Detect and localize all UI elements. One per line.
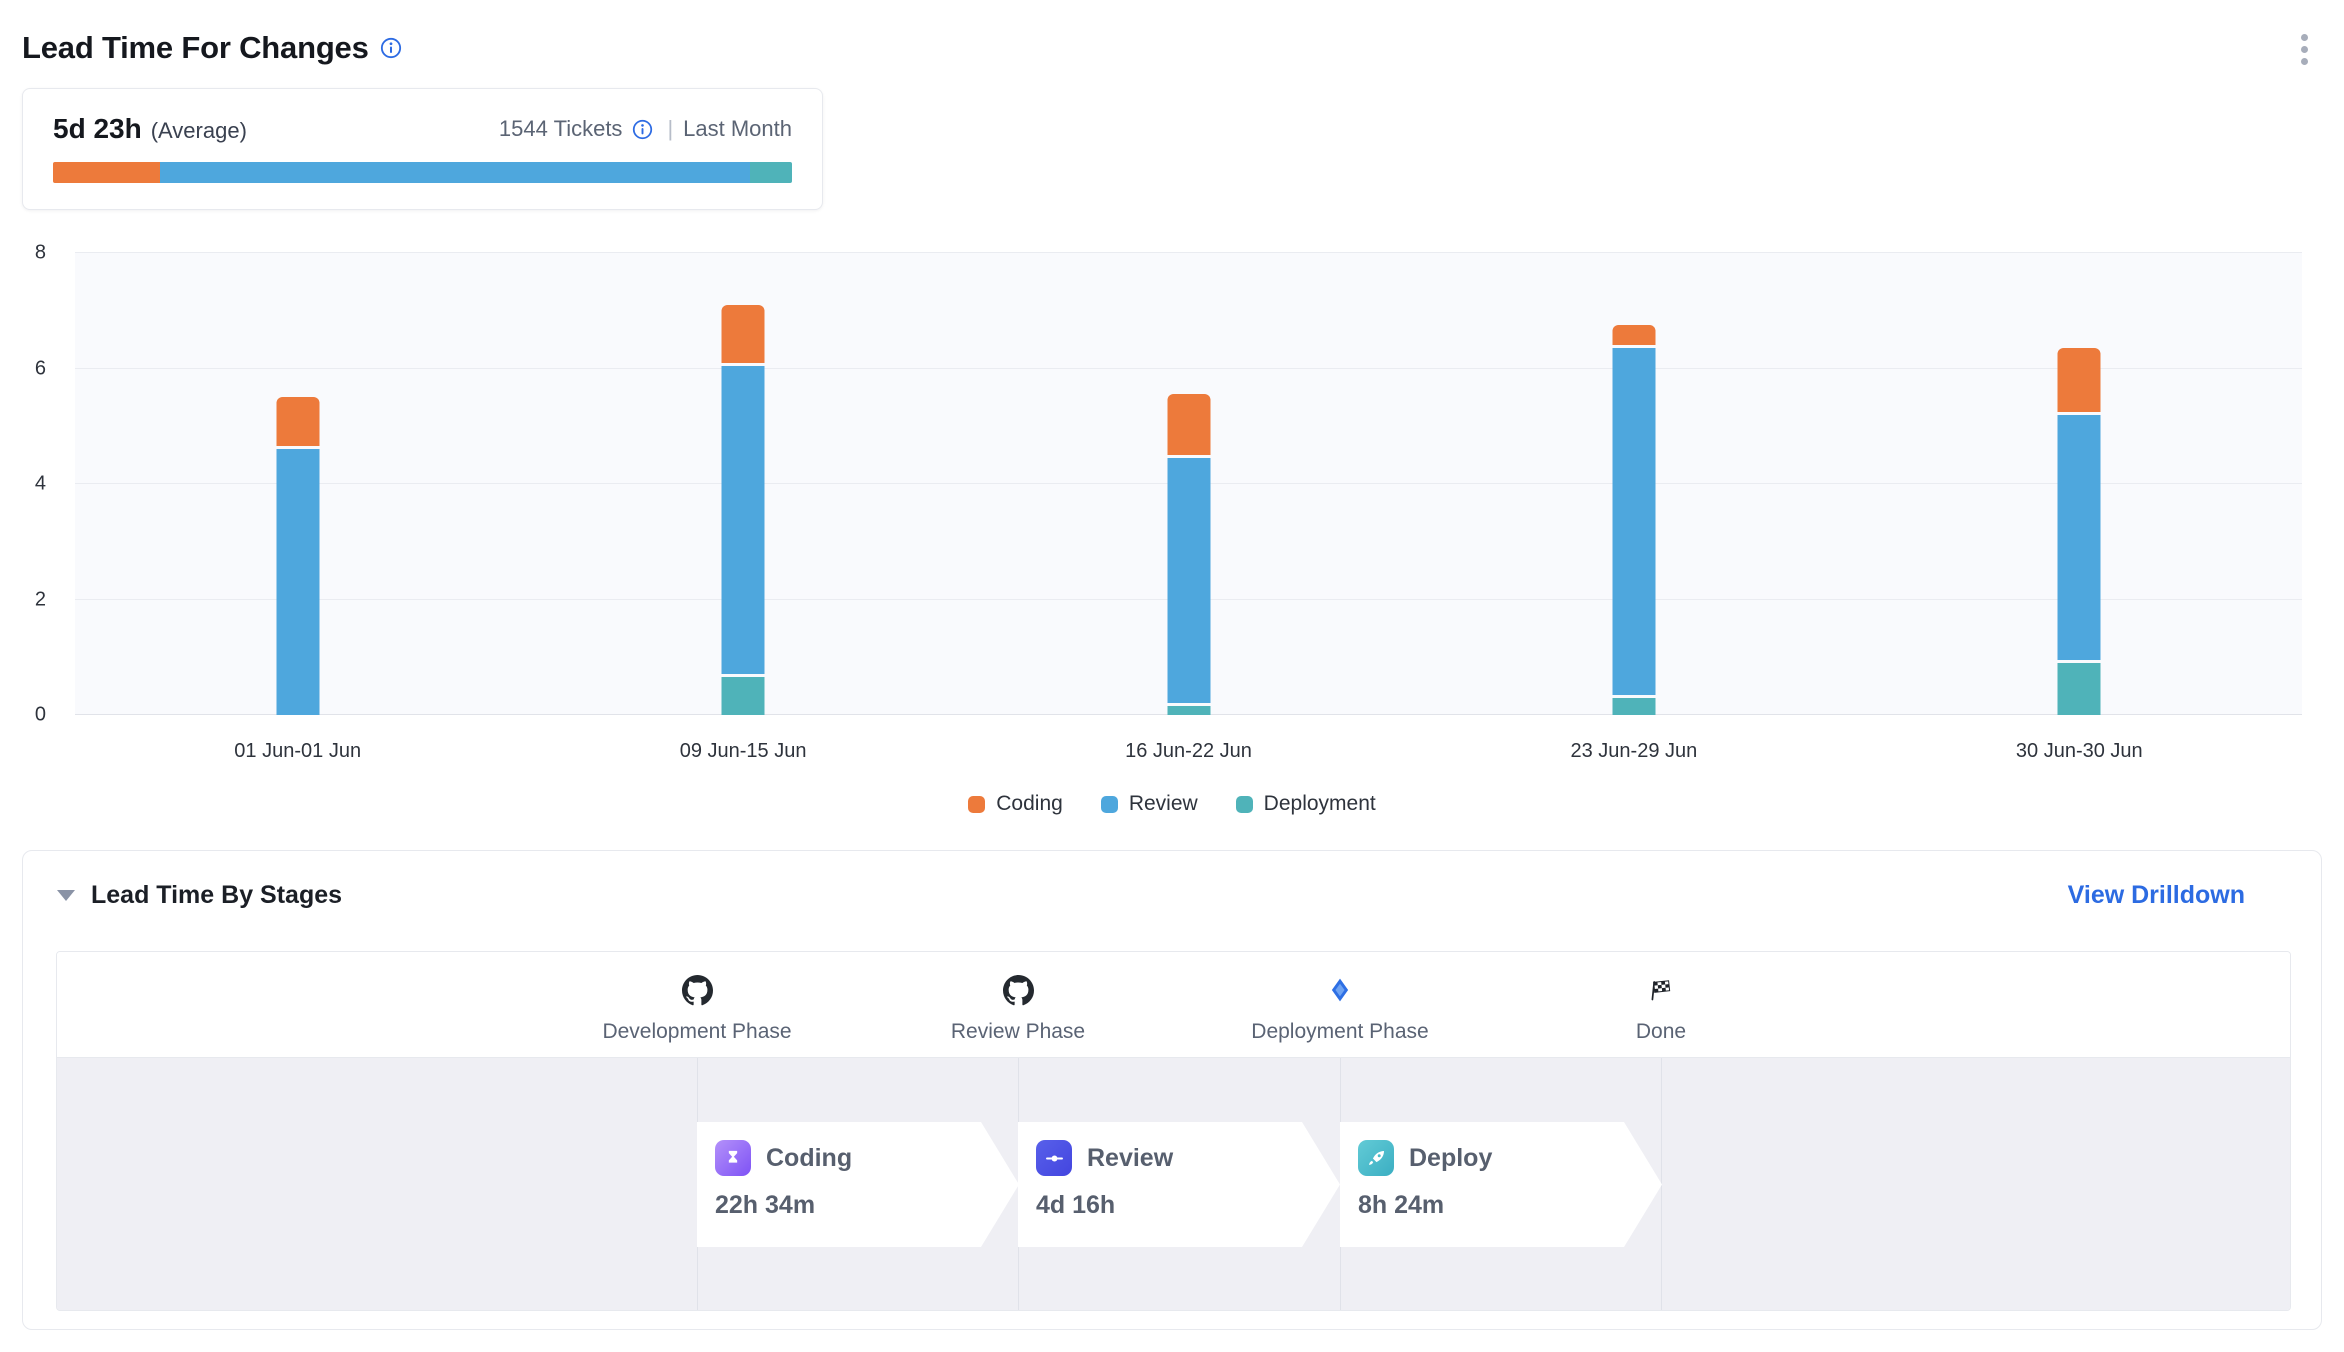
y-tick-label: 2 <box>35 588 46 611</box>
progress-segment-coding <box>53 162 160 183</box>
github-icon <box>682 975 713 1006</box>
phase-label: Development Phase <box>602 1020 791 1044</box>
stages-title: Lead Time By Stages <box>91 881 342 910</box>
bar-segment-coding <box>722 305 765 363</box>
x-tick-label: 01 Jun-01 Jun <box>234 740 361 763</box>
bar-stack[interactable] <box>2058 253 2101 715</box>
bar-segment-deployment <box>722 677 765 715</box>
phase-label: Review Phase <box>951 1020 1085 1044</box>
stages-table: Development Phase Review Phase Deploymen… <box>56 951 2291 1311</box>
view-drilldown-link[interactable]: View Drilldown <box>2068 881 2245 910</box>
stage-card-title: Review <box>1087 1144 1173 1173</box>
phase-cell-development: Development Phase <box>537 952 857 1044</box>
stages-header: Lead Time By Stages View Drilldown <box>57 881 2245 910</box>
stage-card-coding[interactable]: Coding 22h 34m <box>697 1122 1019 1247</box>
bar-segment-review <box>2058 415 2101 660</box>
stage-card-duration: 8h 24m <box>1358 1191 1662 1220</box>
commit-icon <box>1036 1140 1072 1176</box>
y-tick-label: 0 <box>35 704 46 727</box>
phase-label: Deployment Phase <box>1251 1020 1428 1044</box>
progress-segment-review <box>160 162 750 183</box>
chart-y-axis: 02468 <box>0 253 60 715</box>
bar-segment-review <box>1167 458 1210 703</box>
bar-segment-review <box>722 366 765 675</box>
y-tick-label: 8 <box>35 242 46 265</box>
progress-segment-deployment <box>750 162 792 183</box>
tickets-info-icon[interactable] <box>632 119 653 140</box>
x-tick-label: 23 Jun-29 Jun <box>1571 740 1698 763</box>
stage-card-duration: 22h 34m <box>715 1191 1019 1220</box>
hourglass-icon <box>715 1140 751 1176</box>
stage-card-title: Deploy <box>1409 1144 1492 1173</box>
stage-card-deploy[interactable]: Deploy 8h 24m <box>1340 1122 1662 1247</box>
bar-stack[interactable] <box>1167 253 1210 715</box>
legend-swatch <box>968 796 985 813</box>
phase-cell-done: Done <box>1501 952 1821 1044</box>
legend-label: Review <box>1129 792 1198 816</box>
info-icon[interactable] <box>380 37 402 59</box>
legend-item-coding[interactable]: Coding <box>968 792 1063 816</box>
phase-cell-deployment: Deployment Phase <box>1180 952 1500 1044</box>
legend-item-deployment[interactable]: Deployment <box>1236 792 1376 816</box>
stages-body: Coding 22h 34m Review <box>57 1058 2290 1310</box>
bar-segment-review <box>276 449 319 715</box>
page-title: Lead Time For Changes <box>22 30 369 66</box>
bar-segment-deployment <box>1167 706 1210 715</box>
bar-segment-coding <box>1167 394 1210 455</box>
bar-segment-coding <box>2058 348 2101 412</box>
legend-swatch <box>1101 796 1118 813</box>
phase-label: Done <box>1636 1020 1686 1044</box>
bar-segment-coding <box>1612 325 1655 345</box>
legend-item-review[interactable]: Review <box>1101 792 1198 816</box>
legend-label: Coding <box>996 792 1063 816</box>
rocket-icon <box>1358 1140 1394 1176</box>
x-tick-label: 09 Jun-15 Jun <box>680 740 807 763</box>
checkered-flag-icon <box>1649 978 1673 1002</box>
legend-swatch <box>1236 796 1253 813</box>
legend-label: Deployment <box>1264 792 1376 816</box>
bar-segment-coding <box>276 397 319 446</box>
y-tick-label: 6 <box>35 357 46 380</box>
collapse-triangle-icon[interactable] <box>57 890 75 901</box>
average-label: (Average) <box>151 118 247 144</box>
stage-card-review[interactable]: Review 4d 16h <box>1018 1122 1340 1247</box>
period-separator: | <box>667 116 673 142</box>
summary-card: 5d 23h (Average) 1544 Tickets | Last Mon… <box>22 88 823 210</box>
bar-stack[interactable] <box>276 253 319 715</box>
stage-card-duration: 4d 16h <box>1036 1191 1340 1220</box>
chart-x-labels: 01 Jun-01 Jun 09 Jun-15 Jun 16 Jun-22 Jun 2… <box>75 740 2302 766</box>
kebab-menu-icon[interactable] <box>2297 30 2312 69</box>
summary-progress-bar <box>53 162 792 183</box>
chart-legend: Coding Review Deployment <box>0 792 2344 816</box>
x-tick-label: 30 Jun-30 Jun <box>2016 740 2143 763</box>
diamond-icon <box>1327 976 1353 1004</box>
x-tick-label: 16 Jun-22 Jun <box>1125 740 1252 763</box>
period-label: Last Month <box>683 116 792 142</box>
phase-cell-review: Review Phase <box>858 952 1178 1044</box>
bar-stack[interactable] <box>1612 253 1655 715</box>
bar-stack[interactable] <box>722 253 765 715</box>
lead-time-widget: Lead Time For Changes 5d 23h (Average) 1… <box>0 0 2344 1352</box>
tickets-count: 1544 Tickets <box>499 116 623 142</box>
phase-header-row: Development Phase Review Phase Deploymen… <box>57 952 2290 1058</box>
average-value: 5d 23h <box>53 113 142 145</box>
chart-plot-area <box>75 253 2302 715</box>
bar-segment-deployment <box>1612 698 1655 715</box>
bar-segment-review <box>1612 348 1655 695</box>
stages-panel: Lead Time By Stages View Drilldown Devel… <box>22 850 2322 1330</box>
stage-card-title: Coding <box>766 1144 852 1173</box>
y-tick-label: 4 <box>35 473 46 496</box>
bar-segment-deployment <box>2058 663 2101 715</box>
widget-header: Lead Time For Changes <box>22 30 402 66</box>
github-icon <box>1003 975 1034 1006</box>
